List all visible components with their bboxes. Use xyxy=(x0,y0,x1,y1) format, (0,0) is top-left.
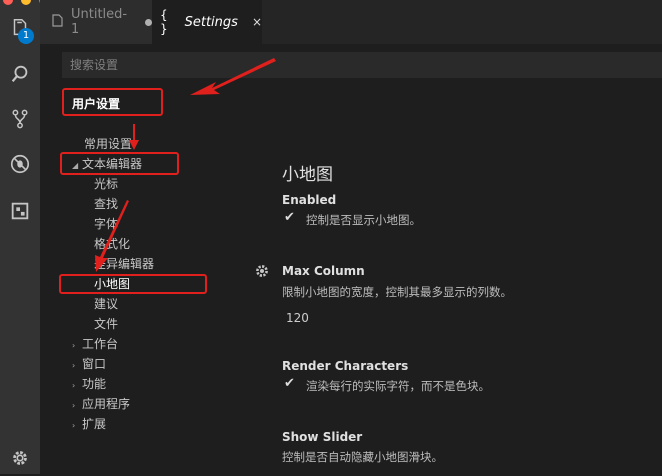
search-settings-input[interactable]: 搜索设置 xyxy=(62,52,662,78)
tree-item-formatting[interactable]: 格式化 xyxy=(94,235,130,252)
setting-title-enabled: Enabled xyxy=(282,193,337,207)
activity-bar: 1 xyxy=(0,0,40,474)
annotation-box-minimap xyxy=(59,274,207,294)
json-braces-icon: { } xyxy=(160,8,168,36)
setting-desc-max-column: 限制小地图的宽度，控制其最多显示的列数。 xyxy=(282,285,512,299)
gear-icon[interactable] xyxy=(0,440,40,476)
setting-title-render-characters: Render Characters xyxy=(282,359,409,373)
tree-item-files[interactable]: 文件 xyxy=(94,315,118,332)
annotation-box-user-settings xyxy=(62,88,163,116)
setting-title-max-column: Max Column xyxy=(282,264,365,278)
close-icon[interactable]: × xyxy=(252,15,262,29)
tree-item-suggestions[interactable]: 建议 xyxy=(94,295,118,312)
tree-item-cursor[interactable]: 光标 xyxy=(94,175,118,192)
chevron-right-icon: › xyxy=(72,381,76,390)
tree-item-label: 窗口 xyxy=(82,357,107,371)
setting-desc-render-characters: 渲染每行的实际字符，而不是色块。 xyxy=(306,379,490,393)
tree-item-label: 应用程序 xyxy=(82,397,131,411)
debug-icon[interactable] xyxy=(0,146,40,182)
tree-item-font[interactable]: 字体 xyxy=(94,215,118,232)
explorer-badge: 1 xyxy=(18,28,34,44)
chevron-right-icon: › xyxy=(72,401,76,410)
tree-item-label: 功能 xyxy=(82,377,107,391)
tree-item-features[interactable]: › 功能 xyxy=(72,375,106,392)
tree-item-application[interactable]: › 应用程序 xyxy=(72,395,130,412)
section-heading: 小地图 xyxy=(282,165,333,185)
dirty-indicator-icon[interactable] xyxy=(145,18,152,26)
max-column-input[interactable]: 120 xyxy=(280,308,460,328)
chevron-right-icon: › xyxy=(72,361,76,370)
tree-item-diff-editor[interactable]: 差异编辑器 xyxy=(94,255,154,272)
gear-icon[interactable] xyxy=(254,263,270,279)
tab-bar: Untitled-1 { } Settings × xyxy=(40,0,662,44)
tree-item-workbench[interactable]: › 工作台 xyxy=(72,335,118,352)
source-control-icon[interactable] xyxy=(0,101,40,137)
annotation-box-text-editor xyxy=(60,152,179,175)
extensions-icon[interactable] xyxy=(0,193,40,229)
checkbox-enabled[interactable]: ✔ xyxy=(284,210,295,225)
setting-title-show-slider: Show Slider xyxy=(282,430,363,444)
chevron-right-icon: › xyxy=(72,341,76,350)
tree-item-find[interactable]: 查找 xyxy=(94,195,118,212)
tree-item-label: 工作台 xyxy=(82,337,119,351)
search-icon[interactable] xyxy=(0,56,40,92)
tree-item-extensions[interactable]: › 扩展 xyxy=(72,415,106,432)
chevron-right-icon: › xyxy=(72,421,76,430)
tree-item-window[interactable]: › 窗口 xyxy=(72,355,106,372)
tab-untitled[interactable]: Untitled-1 xyxy=(40,0,152,44)
tab-label: Settings xyxy=(184,14,238,30)
setting-desc-enabled: 控制是否显示小地图。 xyxy=(306,213,421,227)
setting-desc-show-slider: 控制是否自动隐藏小地图滑块。 xyxy=(282,450,443,464)
tree-item-label: 扩展 xyxy=(82,417,107,431)
tab-label: Untitled-1 xyxy=(71,7,128,37)
checkbox-render-characters[interactable]: ✔ xyxy=(284,376,295,391)
tree-item-common[interactable]: 常用设置 xyxy=(84,135,132,152)
tab-settings[interactable]: { } Settings × xyxy=(152,0,262,44)
file-icon xyxy=(52,14,63,30)
